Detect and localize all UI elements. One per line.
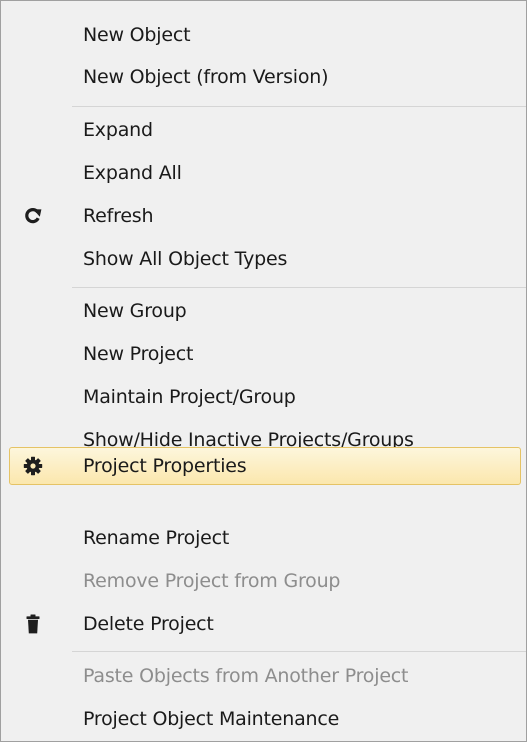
menu-item-label: Remove Project from Group <box>83 570 341 592</box>
gear-icon <box>23 456 43 476</box>
menu-item-new-object[interactable]: New Object <box>1 16 526 54</box>
refresh-icon <box>23 206 43 226</box>
trash-icon <box>23 614 43 634</box>
menu-item-refresh[interactable]: Refresh <box>1 197 526 235</box>
menu-item-label: Expand <box>83 119 153 141</box>
menu-item-remove-project-from-group[interactable]: Remove Project from Group <box>1 562 526 600</box>
menu-separator <box>72 651 526 652</box>
menu-item-label: Expand All <box>83 162 182 184</box>
menu-item-label: New Group <box>83 300 187 322</box>
context-menu: New Object New Object (from Version) Exp… <box>0 0 527 742</box>
menu-item-label: Paste Objects from Another Project <box>83 665 409 687</box>
menu-item-new-group[interactable]: New Group <box>1 292 526 330</box>
menu-item-label: New Project <box>83 343 194 365</box>
menu-item-new-project[interactable]: New Project <box>1 335 526 373</box>
menu-item-expand[interactable]: Expand <box>1 111 526 149</box>
menu-separator <box>72 287 526 288</box>
menu-item-delete-project[interactable]: Delete Project <box>1 605 526 643</box>
menu-item-label: Delete Project <box>83 613 214 635</box>
menu-item-label: Show All Object Types <box>83 248 288 270</box>
menu-item-maintain-project-group[interactable]: Maintain Project/Group <box>1 378 526 416</box>
menu-item-label: New Object <box>83 24 191 46</box>
menu-item-rename-project[interactable]: Rename Project <box>1 519 526 557</box>
menu-item-label: Project Object Maintenance <box>83 708 340 730</box>
menu-item-label: Rename Project <box>83 527 230 549</box>
menu-item-paste-objects[interactable]: Paste Objects from Another Project <box>1 657 526 695</box>
menu-item-label: Refresh <box>83 205 154 227</box>
menu-item-project-object-maintenance[interactable]: Project Object Maintenance <box>1 700 526 738</box>
menu-item-new-object-from-version[interactable]: New Object (from Version) <box>1 58 526 96</box>
menu-item-label: Project Properties <box>83 455 247 477</box>
menu-item-expand-all[interactable]: Expand All <box>1 154 526 192</box>
menu-item-show-all-object-types[interactable]: Show All Object Types <box>1 240 526 278</box>
menu-separator <box>72 106 526 107</box>
menu-item-label: New Object (from Version) <box>83 66 329 88</box>
menu-item-label: Maintain Project/Group <box>83 386 296 408</box>
menu-item-project-properties[interactable]: Project Properties <box>9 447 521 485</box>
